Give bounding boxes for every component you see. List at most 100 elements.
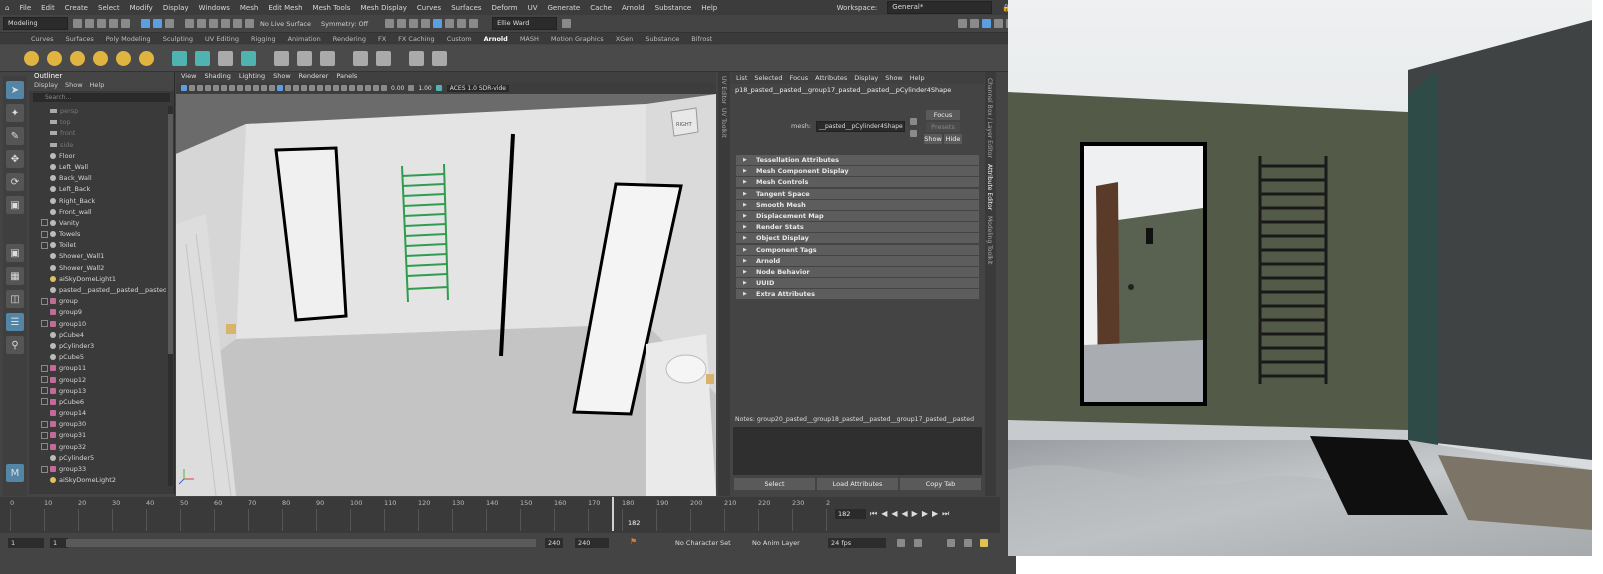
render-view-shelf-icon[interactable]	[409, 50, 424, 66]
gate-mask-icon[interactable]	[237, 85, 243, 91]
play-render-icon[interactable]	[432, 50, 447, 66]
menu-deform[interactable]: Deform	[492, 4, 518, 12]
license-icon[interactable]	[320, 50, 335, 66]
outliner-item[interactable]: group32	[29, 442, 166, 453]
section-extra-attributes[interactable]: Extra Attributes	[736, 289, 979, 300]
menu-file[interactable]: File	[19, 4, 31, 12]
help-icon[interactable]	[561, 19, 571, 28]
fps-dropdown[interactable]: 24 fps	[828, 538, 886, 548]
go-to-output-icon[interactable]	[909, 130, 917, 137]
viewport-menu-lighting[interactable]: Lighting	[239, 72, 265, 80]
outliner-menu-show[interactable]: Show	[65, 81, 83, 89]
expand-icon[interactable]	[41, 387, 48, 395]
start-time-field[interactable]: 1	[8, 538, 44, 548]
outliner-item[interactable]: group11	[29, 363, 166, 374]
area-light-icon[interactable]	[24, 50, 39, 66]
outliner-item[interactable]: Shower_Wall2	[29, 263, 166, 274]
shelf-tab-substance[interactable]: Substance	[645, 35, 679, 43]
expand-icon[interactable]	[41, 230, 48, 238]
viewport-menu-show[interactable]: Show	[273, 72, 291, 80]
shelf-tab-animation[interactable]: Animation	[288, 35, 321, 43]
skydome-light-icon[interactable]	[93, 50, 108, 66]
render-frame-icon[interactable]	[396, 19, 406, 28]
shelf-tab-uv-editing[interactable]: UV Editing	[205, 35, 239, 43]
play-forwards-icon[interactable]: ▶	[912, 509, 922, 518]
snap-surface-icon[interactable]	[232, 19, 242, 28]
hide-button[interactable]: Hide	[944, 134, 962, 144]
select-component-icon[interactable]	[164, 19, 174, 28]
outliner-item[interactable]: pCube4	[29, 330, 166, 341]
gamma-field[interactable]: 1.00	[418, 85, 431, 92]
outliner-item[interactable]: Shower_Wall1	[29, 251, 166, 262]
safe-action-icon[interactable]	[253, 85, 259, 91]
snap-pivot-icon[interactable]	[244, 19, 254, 28]
ae-menu-list[interactable]: List	[736, 74, 747, 82]
ae-menu-display[interactable]: Display	[854, 74, 878, 82]
outliner-item[interactable]: Toilet	[29, 240, 166, 251]
hypershade-icon[interactable]	[432, 19, 442, 28]
wireframe-icon[interactable]	[277, 85, 283, 91]
image-plane-icon[interactable]	[205, 85, 211, 91]
expand-icon[interactable]	[41, 241, 48, 249]
search-icon[interactable]: ⚲	[6, 336, 24, 354]
section-object-display[interactable]: Object Display	[736, 233, 979, 244]
outliner-item[interactable]: Towels	[29, 229, 166, 240]
viewport-menu-renderer[interactable]: Renderer	[299, 72, 329, 80]
smooth-shade-icon[interactable]	[285, 85, 291, 91]
depth-of-field-icon[interactable]	[349, 85, 355, 91]
section-arnold[interactable]: Arnold	[736, 255, 979, 266]
outliner-item[interactable]: group14	[29, 408, 166, 419]
shelf-tab-poly-modeling[interactable]: Poly Modeling	[106, 35, 151, 43]
ae-menu-attributes[interactable]: Attributes	[815, 74, 847, 82]
select-tool-icon[interactable]: ➤	[6, 81, 24, 99]
anti-aliasing-icon[interactable]	[341, 85, 347, 91]
redo-icon[interactable]	[120, 19, 130, 28]
outliner-item[interactable]: persp	[29, 106, 166, 117]
outliner-item[interactable]: pasted__pasted__pasted__pasted__p	[29, 285, 166, 296]
snap-view-icon[interactable]	[220, 19, 230, 28]
show-button[interactable]: Show	[924, 134, 942, 144]
texture-icon[interactable]	[241, 50, 256, 66]
arnold-render-icon[interactable]	[444, 19, 454, 28]
menu-mesh-tools[interactable]: Mesh Tools	[313, 4, 351, 12]
side-tab-channel-box-layer-editor[interactable]: Channel Box / Layer Editor	[986, 78, 993, 158]
bookmark-icon[interactable]	[197, 85, 203, 91]
tool-settings-icon[interactable]	[993, 19, 1003, 28]
sound-icon[interactable]	[946, 539, 955, 547]
menu-arnold[interactable]: Arnold	[622, 4, 645, 12]
shadows-icon[interactable]	[317, 85, 323, 91]
section-node-behavior[interactable]: Node Behavior	[736, 266, 979, 277]
copy-tab-button[interactable]: Copy Tab	[900, 478, 981, 490]
mesh-light-icon[interactable]	[47, 50, 62, 66]
shelf-tab-fx-caching[interactable]: FX Caching	[398, 35, 435, 43]
tx-manager-icon[interactable]	[297, 50, 312, 66]
menu-edit-mesh[interactable]: Edit Mesh	[268, 4, 302, 12]
shelf-tab-arnold[interactable]: Arnold	[484, 35, 508, 43]
section-mesh-controls[interactable]: Mesh Controls	[736, 177, 979, 188]
render-setup-icon[interactable]	[353, 50, 368, 66]
mode-dropdown[interactable]: Modeling	[3, 17, 68, 30]
ambient-occlusion-icon[interactable]	[325, 85, 331, 91]
section-component-tags[interactable]: Component Tags	[736, 244, 979, 255]
isolate-icon[interactable]	[269, 85, 275, 91]
light-portal-icon[interactable]	[139, 50, 154, 66]
expand-icon[interactable]	[41, 320, 48, 328]
outliner-item[interactable]: front	[29, 128, 166, 139]
open-scene-icon[interactable]	[84, 19, 94, 28]
ae-menu-focus[interactable]: Focus	[790, 74, 809, 82]
step-back-icon[interactable]: ◀	[881, 509, 891, 518]
menu-curves[interactable]: Curves	[417, 4, 441, 12]
menu-surfaces[interactable]: Surfaces	[451, 4, 481, 12]
viewport-menu-shading[interactable]: Shading	[204, 72, 230, 80]
undo-icon[interactable]	[108, 19, 118, 28]
menu-help[interactable]: Help	[701, 4, 717, 12]
resolution-gate-icon[interactable]	[229, 85, 235, 91]
flush-cache-icon[interactable]	[274, 50, 289, 66]
outliner-item[interactable]: group31	[29, 430, 166, 441]
outliner-item[interactable]: Right_Back	[29, 196, 166, 207]
character-controls-icon[interactable]	[969, 19, 979, 28]
expand-icon[interactable]	[41, 219, 48, 227]
presets-button[interactable]: Presets	[926, 122, 960, 132]
outliner-item[interactable]: Floor	[29, 151, 166, 162]
physical-sky-icon[interactable]	[116, 50, 131, 66]
